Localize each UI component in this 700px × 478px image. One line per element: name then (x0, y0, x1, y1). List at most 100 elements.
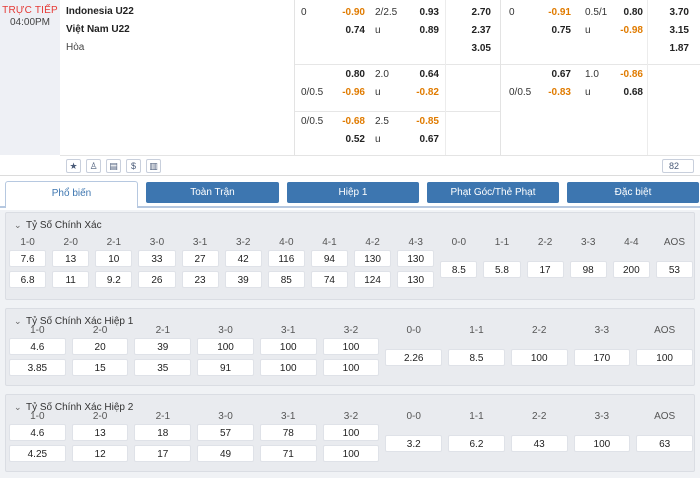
home-score-odds[interactable]: 4.6 (9, 424, 66, 441)
1x2-odds[interactable]: 2.37 (445, 22, 499, 40)
total-odds[interactable]: 0.67 (411, 131, 439, 149)
home-score-odds[interactable]: 39 (134, 338, 192, 355)
1x2-odds[interactable]: 3.70 (647, 4, 700, 22)
home-team-name[interactable]: Indonesia U22 (66, 3, 294, 21)
home-score-odds[interactable]: 130 (354, 250, 392, 267)
tab-toàn-trận[interactable]: Toàn Trận (146, 182, 279, 203)
away-score-odds[interactable]: 17 (134, 445, 192, 462)
away-score-odds[interactable]: 100 (322, 359, 380, 376)
dollar-icon[interactable]: $ (126, 159, 141, 173)
home-score-odds[interactable]: 20 (71, 338, 129, 355)
away-score-odds[interactable]: 35 (134, 359, 192, 376)
draw-score-odds[interactable]: 200 (612, 261, 650, 278)
total-odds[interactable]: 0.80 (611, 4, 643, 22)
handicap-odds[interactable]: 0.52 (333, 131, 365, 149)
home-score-odds[interactable]: 13 (52, 250, 90, 267)
star-icon[interactable]: ★ (66, 159, 81, 173)
draw-score-odds[interactable]: 6.2 (448, 435, 505, 452)
1x2-odds[interactable]: 3.05 (445, 40, 499, 58)
away-score-odds[interactable]: 100 (322, 445, 380, 462)
1x2-odds[interactable]: 1.87 (647, 40, 700, 58)
total-odds[interactable]: -0.86 (611, 66, 643, 84)
draw-score-odds[interactable]: 43 (510, 435, 568, 452)
away-score-odds[interactable]: 4.25 (9, 445, 66, 462)
draw-score-odds[interactable]: 17 (526, 261, 564, 278)
chart-bars-icon[interactable]: ▥ (146, 159, 161, 173)
home-score-odds[interactable]: 100 (259, 338, 317, 355)
away-score-odds[interactable]: 6.8 (9, 271, 47, 288)
home-score-odds[interactable]: 100 (322, 424, 380, 441)
home-score-odds[interactable]: 100 (322, 338, 380, 355)
away-score-odds[interactable]: 100 (259, 359, 317, 376)
home-score-odds[interactable]: 57 (197, 424, 254, 441)
home-score-odds[interactable]: 94 (310, 250, 348, 267)
tab-hiệp-1[interactable]: Hiệp 1 (287, 182, 419, 203)
handicap-odds[interactable]: 0.80 (333, 66, 365, 84)
total-odds[interactable]: -0.98 (611, 22, 643, 40)
away-score-odds[interactable]: 74 (310, 271, 348, 288)
away-team-name[interactable]: Việt Nam U22 (66, 21, 294, 39)
total-odds[interactable]: 0.68 (611, 84, 643, 102)
total-odds[interactable]: 0.64 (411, 66, 439, 84)
home-score-odds[interactable]: 116 (267, 250, 305, 267)
draw-score-odds[interactable]: 63 (636, 435, 693, 452)
handicap-odds[interactable]: -0.68 (333, 113, 365, 131)
home-score-odds[interactable]: 18 (134, 424, 192, 441)
1x2-odds[interactable]: 3.15 (647, 22, 700, 40)
lineup-icon[interactable]: ♙ (86, 159, 101, 173)
draw-score-odds[interactable]: 100 (573, 435, 631, 452)
home-score-odds[interactable]: 7.6 (9, 250, 47, 267)
draw-score-odds[interactable]: 170 (573, 349, 631, 366)
away-score-odds[interactable]: 91 (197, 359, 254, 376)
1x2-odds[interactable]: 2.70 (445, 4, 499, 22)
home-score-odds[interactable]: 10 (95, 250, 133, 267)
tab-đặc-biệt[interactable]: Đặc biệt (567, 182, 699, 203)
away-score-odds[interactable]: 12 (71, 445, 129, 462)
handicap-odds[interactable]: -0.83 (537, 84, 571, 102)
away-score-odds[interactable]: 11 (52, 271, 90, 288)
draw-score-odds[interactable]: 2.26 (385, 349, 443, 366)
home-score-odds[interactable]: 78 (259, 424, 317, 441)
away-score-odds[interactable]: 26 (138, 271, 176, 288)
home-score-odds[interactable]: 4.6 (9, 338, 66, 355)
away-score-odds[interactable]: 3.85 (9, 359, 66, 376)
away-score-odds[interactable]: 71 (259, 445, 317, 462)
handicap-odds[interactable]: -0.91 (537, 4, 571, 22)
draw-score-odds[interactable]: 53 (655, 261, 693, 278)
draw-score-odds[interactable]: 3.2 (385, 435, 443, 452)
total-odds[interactable]: -0.85 (411, 113, 439, 131)
away-score-odds[interactable]: 85 (267, 271, 305, 288)
draw-score-odds[interactable]: 100 (636, 349, 693, 366)
draw-score-odds[interactable]: 8.5 (440, 261, 478, 278)
home-score-odds[interactable]: 33 (138, 250, 176, 267)
draw-score-odds[interactable]: 100 (510, 349, 568, 366)
away-score-odds[interactable]: 23 (181, 271, 219, 288)
home-score-odds[interactable]: 13 (71, 424, 129, 441)
tab-phổ-biến[interactable]: Phổ biến (5, 181, 138, 208)
draw-score-odds[interactable]: 8.5 (448, 349, 505, 366)
handicap-odds[interactable]: 0.67 (537, 66, 571, 84)
handicap-odds[interactable]: 0.75 (537, 22, 571, 40)
away-score-odds[interactable]: 39 (224, 271, 262, 288)
draw-score-odds[interactable]: 98 (569, 261, 607, 278)
draw-score-odds[interactable]: 5.8 (483, 261, 521, 278)
more-markets-count[interactable]: 82 (662, 159, 694, 173)
score-column: 4-1 94 74 (308, 213, 351, 299)
handicap-odds[interactable]: -0.96 (333, 84, 365, 102)
total-odds[interactable]: -0.82 (411, 84, 439, 102)
total-odds[interactable]: 0.89 (411, 22, 439, 40)
away-score-odds[interactable]: 130 (397, 271, 435, 288)
home-score-odds[interactable]: 27 (181, 250, 219, 267)
away-score-odds[interactable]: 9.2 (95, 271, 133, 288)
away-score-odds[interactable]: 124 (354, 271, 392, 288)
home-score-odds[interactable]: 130 (397, 250, 435, 267)
handicap-odds[interactable]: 0.74 (333, 22, 365, 40)
total-odds[interactable]: 0.93 (411, 4, 439, 22)
home-score-odds[interactable]: 100 (197, 338, 254, 355)
away-score-odds[interactable]: 49 (197, 445, 254, 462)
stats-table-icon[interactable]: ▤ (106, 159, 121, 173)
handicap-odds[interactable]: -0.90 (333, 4, 365, 22)
home-score-odds[interactable]: 42 (224, 250, 262, 267)
tab-phạt-góc-thẻ-phạt[interactable]: Phạt Góc/Thẻ Phạt (427, 182, 559, 203)
away-score-odds[interactable]: 15 (71, 359, 129, 376)
